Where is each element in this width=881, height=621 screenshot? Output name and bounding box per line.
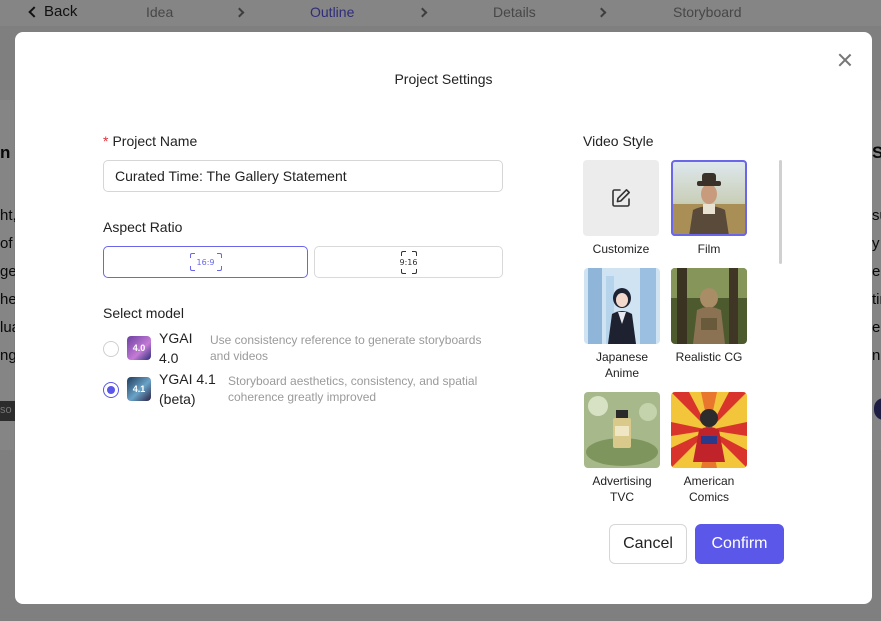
aspect-ratio-label: Aspect Ratio	[103, 219, 183, 235]
modal-title: Project Settings	[394, 71, 493, 87]
aspect-16-9-label: 16:9	[196, 257, 215, 267]
aspect-16-9-icon: 16:9	[189, 253, 222, 271]
model-name: YGAI 4.0	[159, 330, 193, 366]
style-thumbnail	[584, 268, 660, 344]
project-name-label-text: Project Name	[112, 133, 198, 149]
project-settings-modal: Project Settings *Project Name Aspect Ra…	[15, 32, 872, 604]
model-thumbnail: 4.0	[127, 336, 151, 360]
style-option-film[interactable]: Film	[671, 160, 747, 257]
radio-button[interactable]	[103, 341, 119, 357]
aspect-16-9-button[interactable]: 16:9	[103, 246, 308, 278]
video-style-label: Video Style	[583, 133, 654, 149]
radio-button-checked[interactable]	[103, 382, 119, 398]
style-name: Film	[697, 242, 721, 256]
style-name: Customize	[592, 242, 650, 256]
style-thumbnail	[671, 268, 747, 344]
project-name-label: * Project Name	[103, 133, 197, 149]
model-name: YGAI 4.1 (beta)	[159, 371, 216, 407]
model-option-4-0[interactable]: 4.0 YGAI 4.0 Use consistency reference t…	[103, 328, 503, 368]
style-option-american-comics[interactable]: American Comics	[671, 392, 747, 502]
anime-style-image	[584, 268, 660, 344]
style-option-realistic-cg[interactable]: Realistic CG	[671, 268, 747, 365]
project-name-input[interactable]	[103, 160, 503, 192]
style-thumbnail	[584, 392, 660, 468]
video-style-grid: Customize Film Japanese Anime Realistic …	[583, 158, 783, 502]
model-description: Storyboard aesthetics, consistency, and …	[228, 374, 478, 404]
style-grid-scrollbar[interactable]	[779, 160, 782, 264]
cancel-button[interactable]: Cancel	[609, 524, 687, 564]
style-option-japanese-anime[interactable]: Japanese Anime	[584, 268, 660, 381]
style-option-customize[interactable]: Customize	[583, 160, 659, 257]
aspect-9-16-button[interactable]: 9:16	[314, 246, 503, 278]
model-option-4-1[interactable]: 4.1 YGAI 4.1 (beta) Storyboard aesthetic…	[103, 369, 503, 409]
advertising-tvc-style-image	[584, 392, 660, 468]
style-thumbnail	[671, 392, 747, 468]
required-mark: *	[103, 133, 109, 149]
american-comics-style-image	[671, 392, 747, 468]
edit-icon	[612, 189, 630, 207]
select-model-label: Select model	[103, 305, 184, 321]
close-icon[interactable]	[835, 50, 855, 70]
style-name: American Comics	[683, 474, 735, 502]
style-option-advertising-tvc[interactable]: Advertising TVC	[584, 392, 660, 502]
style-thumbnail	[671, 160, 747, 236]
realistic-cg-style-image	[671, 268, 747, 344]
style-thumbnail	[583, 160, 659, 236]
style-name: Realistic CG	[675, 350, 743, 364]
model-thumbnail: 4.1	[127, 377, 151, 401]
aspect-9-16-label: 9:16	[399, 257, 418, 267]
aspect-9-16-icon: 9:16	[399, 250, 418, 274]
film-style-image	[671, 160, 747, 236]
model-description: Use consistency reference to generate st…	[210, 333, 482, 363]
style-name: Advertising TVC	[592, 474, 652, 502]
confirm-button[interactable]: Confirm	[695, 524, 784, 564]
style-name: Japanese Anime	[595, 350, 649, 380]
